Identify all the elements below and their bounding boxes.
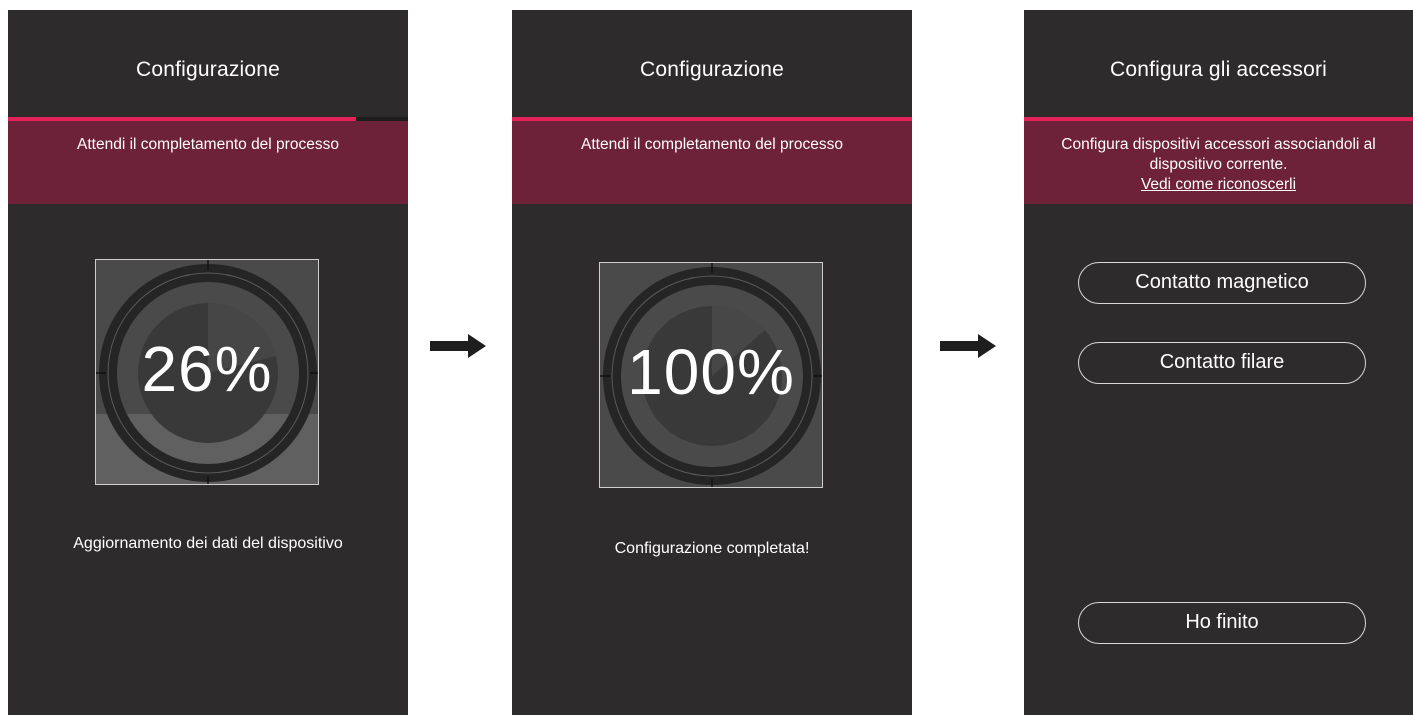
info-banner: Attendi il completamento del processo xyxy=(512,121,912,204)
banner-text-line-1: Configura dispositivi accessori associan… xyxy=(1061,136,1376,153)
arrow-right-icon xyxy=(940,334,996,358)
wired-contact-button[interactable]: Contatto filare xyxy=(1078,342,1366,384)
magnetic-contact-button[interactable]: Contatto magnetico xyxy=(1078,262,1366,304)
recognize-accessories-link[interactable]: Vedi come riconoscerli xyxy=(1141,176,1296,193)
banner-text: Attendi il completamento del processo xyxy=(77,136,339,153)
screen-configuration-progress: Configurazione Attendi il completamento … xyxy=(8,10,408,715)
page-title: Configurazione xyxy=(639,58,785,81)
progress-percent: 100% xyxy=(627,336,795,408)
screen-configuration-complete: Configurazione Attendi il completamento … xyxy=(512,10,912,715)
status-message: Configurazione completata! xyxy=(614,540,810,557)
info-banner: Attendi il completamento del processo xyxy=(8,121,408,204)
banner-text-line-2: dispositivo corrente. xyxy=(1149,156,1288,173)
arrow-right-icon xyxy=(430,334,486,358)
progress-dial: 100% xyxy=(599,262,823,488)
info-banner: Configura dispositivi accessori associan… xyxy=(1024,121,1413,204)
page-title: Configurazione xyxy=(135,58,281,81)
done-button[interactable]: Ho finito xyxy=(1078,602,1366,644)
banner-text: Attendi il completamento del processo xyxy=(581,136,843,153)
screen-configure-accessories: Configura gli accessori Configura dispos… xyxy=(1024,10,1413,715)
page-title: Configura gli accessori xyxy=(1109,58,1328,81)
status-message: Aggiornamento dei dati del dispositivo xyxy=(73,535,343,552)
instruction-sequence: Configurazione Attendi il completamento … xyxy=(0,0,1413,715)
progress-dial: 26% xyxy=(95,259,319,485)
progress-percent: 26% xyxy=(141,333,273,405)
